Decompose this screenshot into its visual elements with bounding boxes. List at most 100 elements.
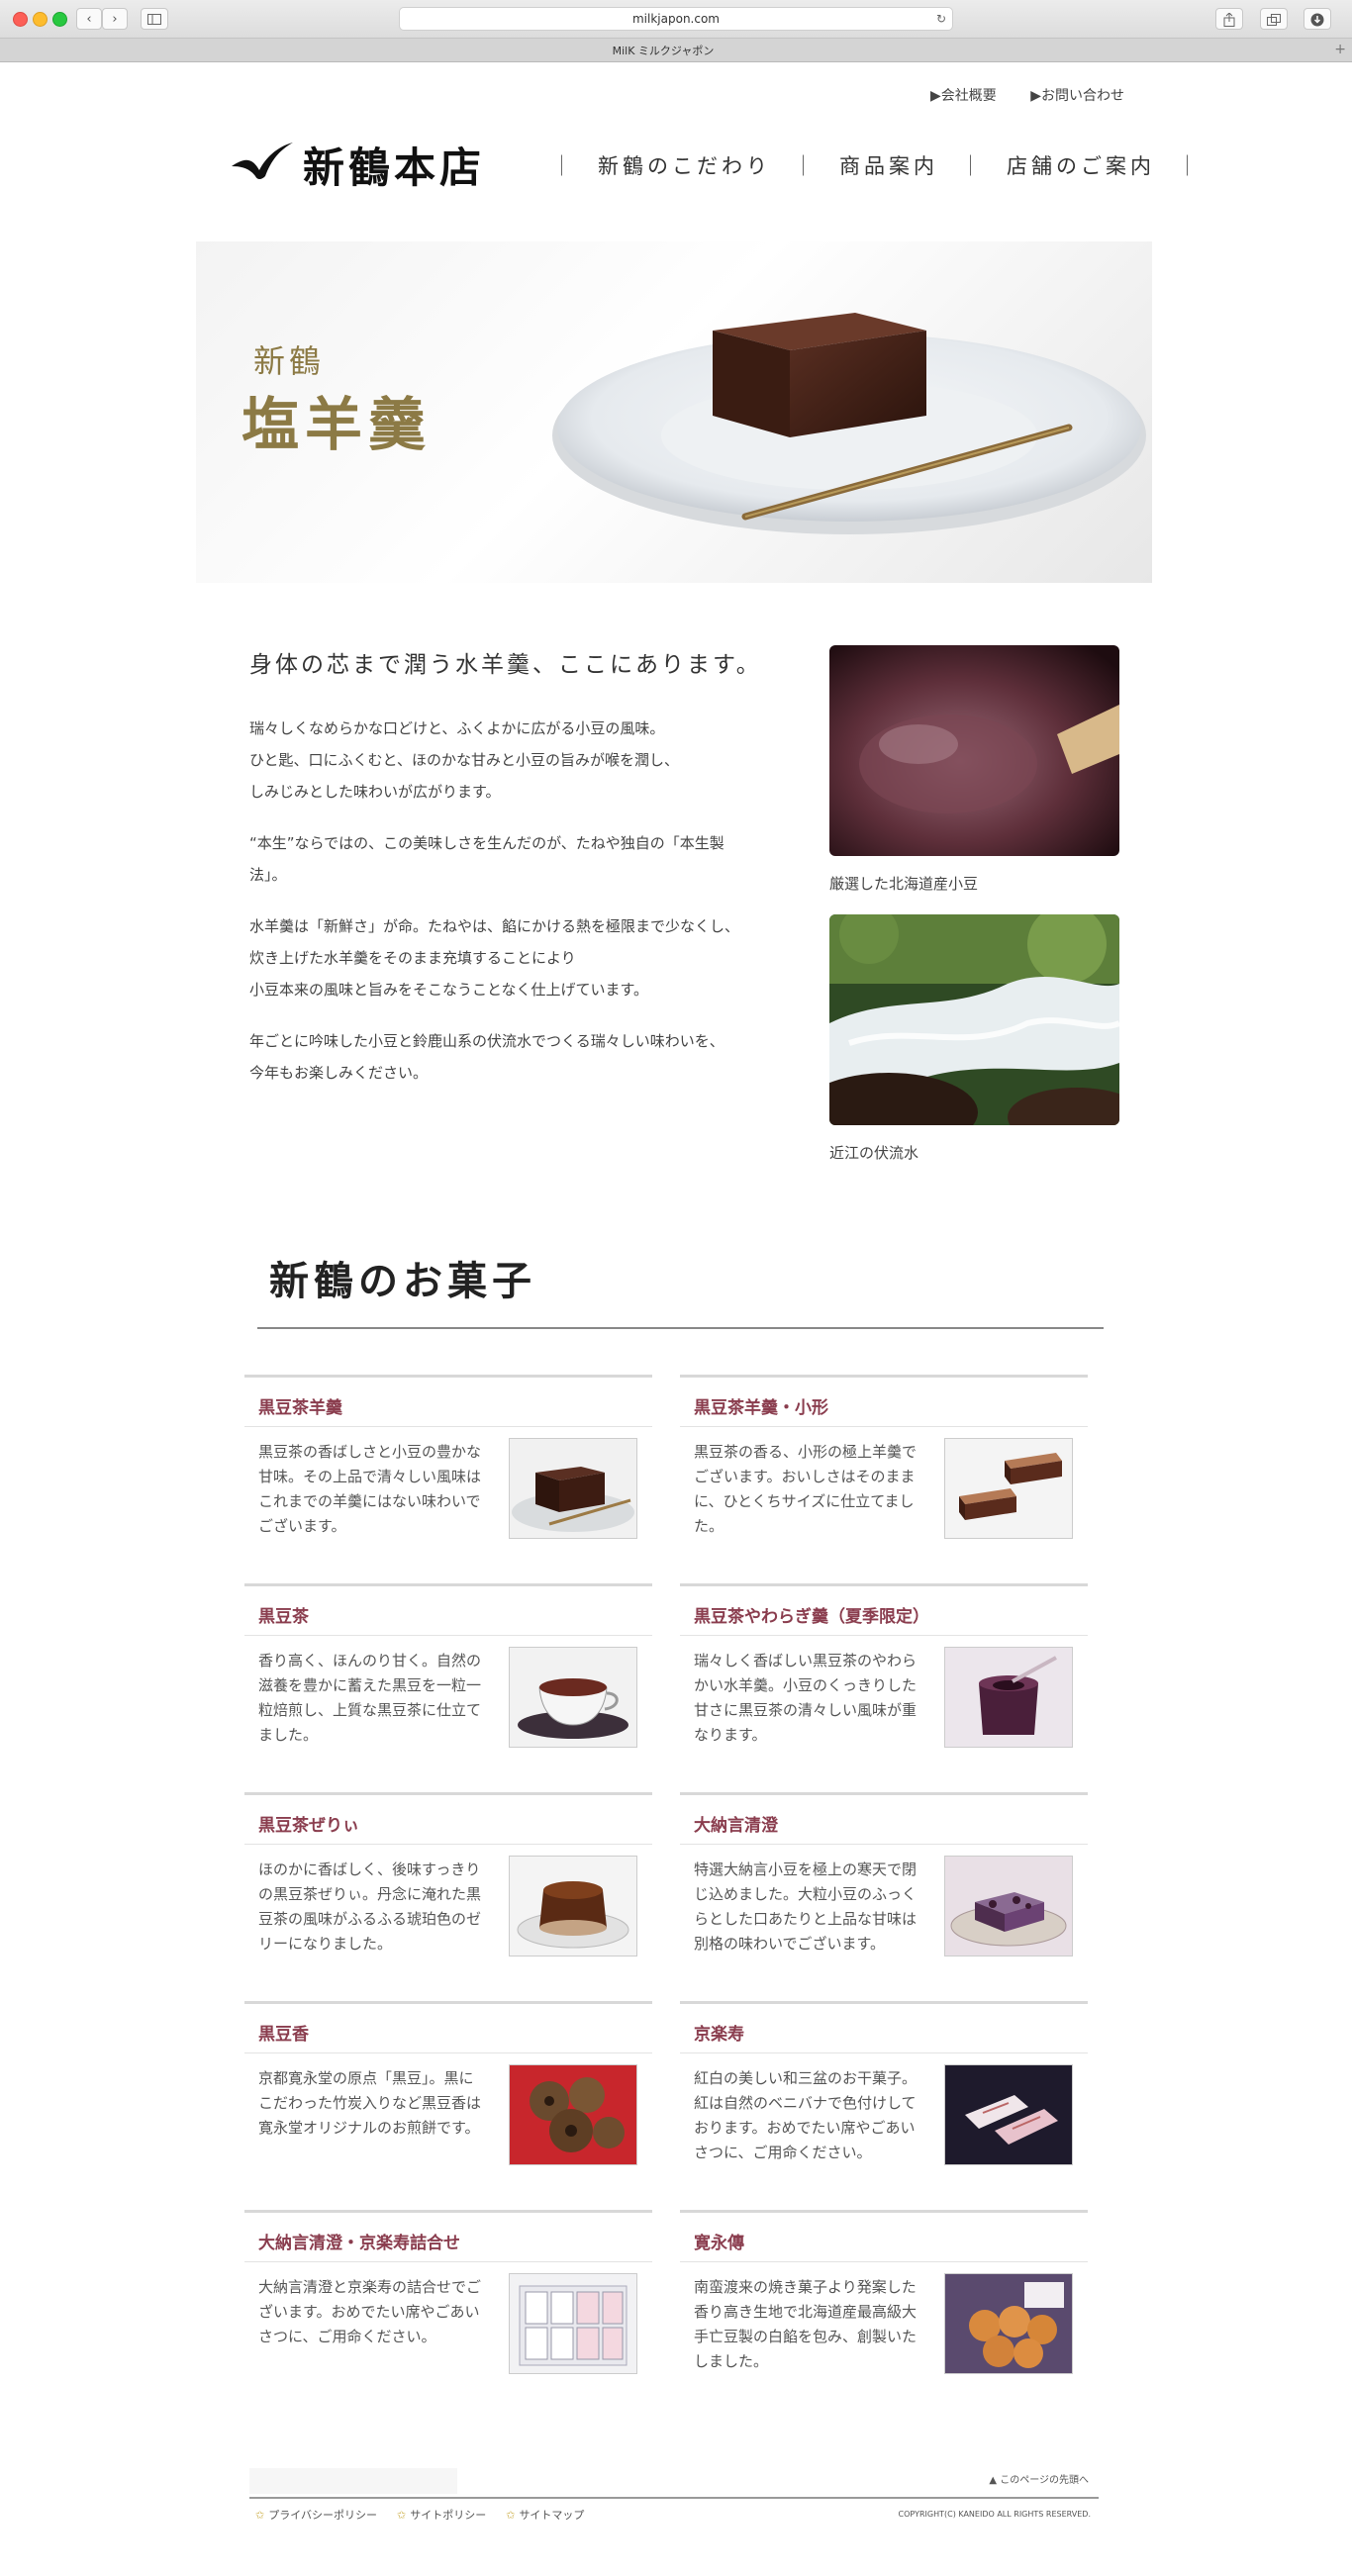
product-image[interactable] xyxy=(944,1438,1073,1539)
downloads-button[interactable] xyxy=(1304,8,1331,30)
desc-line: 紅白の美しい和三盆のお干菓子。 xyxy=(694,2069,917,2087)
product-name[interactable]: 寛永傳 xyxy=(694,2229,744,2253)
footer-links: ✩ プライバシーポリシー ✩ サイトポリシー ✩ サイトマップ xyxy=(255,2507,604,2523)
product-image[interactable] xyxy=(944,1647,1073,1748)
small-yokan-photo xyxy=(945,1439,1072,1538)
product-name[interactable]: 黒豆茶羊羹 xyxy=(258,1393,342,1418)
desc-line: 粒焙煎し、上質な黒豆茶に仕立て xyxy=(258,1701,482,1719)
desc-line: 南蛮渡来の焼き菓子より発案した xyxy=(694,2278,917,2296)
product-name[interactable]: 大納言清澄 xyxy=(694,1811,778,1836)
nav-separator: ｜ xyxy=(960,154,985,178)
share-icon xyxy=(1223,12,1235,27)
product-description: 紅白の美しい和三盆のお干菓子。 紅は自然のベニバナで色付けして おります。おめで… xyxy=(694,2066,931,2165)
sidebar-toggle-button[interactable] xyxy=(141,8,168,30)
nav-item-kodawari[interactable]: 新鶴のこだわり xyxy=(598,150,771,180)
crane-logo-icon xyxy=(232,143,293,179)
product-image[interactable] xyxy=(509,1856,637,1956)
share-button[interactable] xyxy=(1215,8,1243,30)
address-bar[interactable]: milkjapon.com ↻ xyxy=(399,7,953,31)
close-window-button[interactable] xyxy=(13,12,28,27)
product-image[interactable] xyxy=(944,2273,1073,2374)
intro-paragraph: 年ごとに吟味した小豆と鈴鹿山系の伏流水でつくる瑞々しい味わいを、 今年もお楽しみ… xyxy=(249,1025,789,1089)
azuki-image xyxy=(829,645,1119,856)
desc-line: 甘さに黒豆茶の清々しい風味が重 xyxy=(694,1701,917,1719)
footer-link-privacy[interactable]: ✩ プライバシーポリシー xyxy=(255,2507,377,2523)
desc-line: の黒豆茶ぜりぃ。丹念に淹れた黒 xyxy=(258,1885,482,1903)
product-name[interactable]: 黒豆香 xyxy=(258,2020,309,2045)
intro-heading: 身体の芯まで潤う水羊羹、ここにあります。 xyxy=(249,652,762,678)
intro-line: 瑞々しくなめらかな口どけと、ふくよかに広がる小豆の風味。 xyxy=(249,719,665,737)
product-card[interactable]: 黒豆茶 香り高く、ほんのり甘く。自然の 滋養を豊かに蓄えた黒豆を一粒一 粒焙煎し… xyxy=(244,1583,652,1760)
product-image[interactable] xyxy=(944,1856,1073,1956)
divider xyxy=(680,2210,1088,2213)
desc-line: リーになりました。 xyxy=(258,1935,393,1953)
divider xyxy=(680,1583,1088,1586)
url-text: milkjapon.com xyxy=(631,12,720,26)
product-description: ほのかに香ばしく、後味すっきり の黒豆茶ぜりぃ。丹念に淹れた黒 豆茶の風味がふる… xyxy=(258,1858,496,1956)
desc-line: 特選大納言小豆を極上の寒天で閉 xyxy=(694,1860,917,1878)
product-image[interactable] xyxy=(944,2064,1073,2165)
footer-link-site-policy[interactable]: ✩ サイトポリシー xyxy=(397,2507,486,2523)
product-card[interactable]: 黒豆茶ぜりぃ ほのかに香ばしく、後味すっきり の黒豆茶ぜりぃ。丹念に淹れた黒 豆… xyxy=(244,1792,652,1968)
contact-link[interactable]: ▶お問い合わせ xyxy=(1030,88,1124,104)
product-description: 京都寛永堂の原点「黒豆」。黒に こだわった竹炭入りなど黒豆香は 寛永堂オリジナル… xyxy=(258,2066,496,2141)
desc-line: 香り高き生地で北海道産最高級大 xyxy=(694,2303,917,2321)
desc-line: らとした口あたりと上品な甘味は xyxy=(694,1910,917,1928)
footer-link-label: プライバシーポリシー xyxy=(268,2509,377,2522)
company-link[interactable]: ▶会社概要 xyxy=(930,88,997,104)
product-name[interactable]: 黒豆茶ぜりぃ xyxy=(258,1811,359,1836)
product-name[interactable]: 黒豆茶羊羹・小形 xyxy=(694,1393,828,1418)
zoom-window-button[interactable] xyxy=(52,12,67,27)
minimize-window-button[interactable] xyxy=(33,12,48,27)
desc-line: 黒豆茶の香る、小形の極上羊羹で xyxy=(694,1443,917,1461)
nav-item-stores[interactable]: 店舗のご案内 xyxy=(1007,150,1155,180)
reload-icon[interactable]: ↻ xyxy=(936,8,946,30)
desc-line: なります。 xyxy=(694,1726,767,1744)
product-card[interactable]: 京楽寿 紅白の美しい和三盆のお干菓子。 紅は自然のベニバナで色付けして おります… xyxy=(680,2001,1088,2177)
product-card[interactable]: 大納言清澄・京楽寿詰合せ 大納言清澄と京楽寿の詰合せでご ざいます。おめでたい席… xyxy=(244,2210,652,2386)
product-description: 大納言清澄と京楽寿の詰合せでご ざいます。おめでたい席やごあい さつに、ご用命く… xyxy=(258,2275,496,2349)
product-card[interactable]: 大納言清澄 特選大納言小豆を極上の寒天で閉 じ込めました。大粒小豆のふっく らと… xyxy=(680,1792,1088,1968)
product-name[interactable]: 黒豆茶 xyxy=(258,1602,309,1627)
divider xyxy=(249,2497,1099,2499)
product-card[interactable]: 黒豆茶羊羹 黒豆茶の香ばしさと小豆の豊かな 甘味。その上品で清々しい風味は これ… xyxy=(244,1375,652,1551)
product-image[interactable] xyxy=(509,1438,637,1539)
desc-line: こだわった竹炭入りなど黒豆香は xyxy=(258,2094,482,2112)
footer-link-sitemap[interactable]: ✩ サイトマップ xyxy=(506,2507,584,2523)
divider xyxy=(244,2261,652,2262)
tabs-overview-button[interactable] xyxy=(1260,8,1288,30)
intro-line: 炊き上げた水羊羹をそのまま充填することにより xyxy=(249,949,576,967)
product-image[interactable] xyxy=(509,1647,637,1748)
desc-line: に、ひとくちサイズに仕立てまし xyxy=(694,1492,915,1510)
product-card[interactable]: 黒豆茶羊羹・小形 黒豆茶の香る、小形の極上羊羹で ございます。おいしさはそのまま… xyxy=(680,1375,1088,1551)
nav-item-products[interactable]: 商品案内 xyxy=(839,150,938,180)
intro-line: “本生”ならではの、この美味しさを生んだのが、たねや独自の「本生製 xyxy=(249,834,724,852)
product-name[interactable]: 京楽寿 xyxy=(694,2020,744,2045)
kyorakuju-photo xyxy=(945,2065,1072,2164)
product-image[interactable] xyxy=(509,2273,637,2374)
back-button[interactable]: ‹ xyxy=(76,8,102,30)
new-tab-button[interactable]: + xyxy=(1334,42,1346,57)
product-image[interactable] xyxy=(509,2064,637,2165)
hero-title: 塩羊羹 xyxy=(241,391,433,458)
desc-line: 手亡豆製の白餡を包み、創製いた xyxy=(694,2328,917,2345)
divider xyxy=(244,1844,652,1845)
logo[interactable]: 新鶴本店 xyxy=(230,129,499,192)
product-card[interactable]: 黒豆茶やわらぎ羹（夏季限定） 瑞々しく香ばしい黒豆茶のやわら かい水羊羹。小豆の… xyxy=(680,1583,1088,1760)
desc-line: ございます。おいしさはそのまま xyxy=(694,1468,916,1485)
product-card[interactable]: 黒豆香 京都寛永堂の原点「黒豆」。黒に こだわった竹炭入りなど黒豆香は 寛永堂オ… xyxy=(244,2001,652,2177)
forward-button[interactable]: › xyxy=(102,8,128,30)
page-top-link[interactable]: ▲ このページの先頭へ xyxy=(989,2471,1089,2486)
tab-active[interactable]: MilK ミルクジャポン xyxy=(0,43,1326,58)
product-name[interactable]: 大納言清澄・京楽寿詰合せ xyxy=(258,2229,460,2253)
product-description: 黒豆茶の香ばしさと小豆の豊かな 甘味。その上品で清々しい風味は これまでの羊羹に… xyxy=(258,1440,496,1539)
divider xyxy=(244,1792,652,1795)
product-name[interactable]: 黒豆茶やわらぎ羹（夏季限定） xyxy=(694,1602,929,1627)
intro-paragraph: “本生”ならではの、この美味しさを生んだのが、たねや独自の「本生製 法」。 xyxy=(249,827,789,891)
water-photo xyxy=(829,914,1119,1125)
divider xyxy=(244,1635,652,1636)
nav-separator: ｜ xyxy=(551,154,576,178)
jelly-photo xyxy=(510,1857,636,1956)
yokan-photo xyxy=(510,1439,636,1538)
product-card[interactable]: 寛永傳 南蛮渡来の焼き菓子より発案した 香り高き生地で北海道産最高級大 手亡豆製… xyxy=(680,2210,1088,2386)
